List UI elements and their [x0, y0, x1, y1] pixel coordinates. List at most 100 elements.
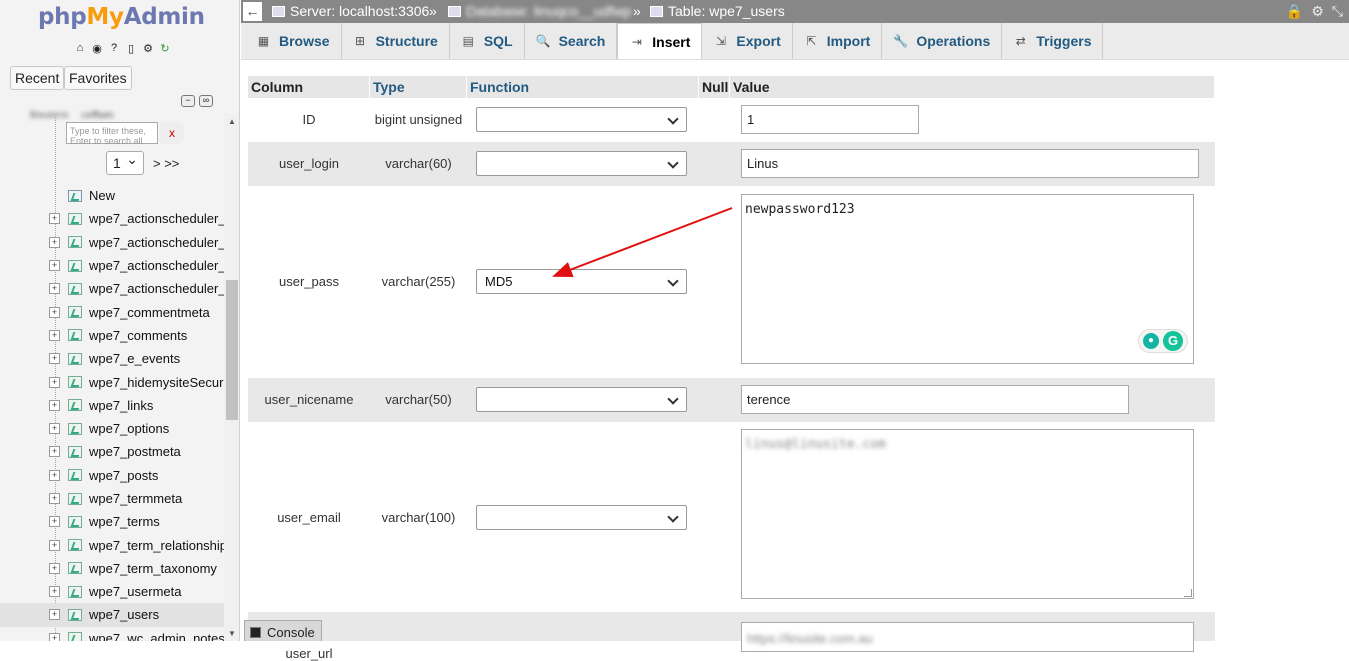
value-textarea[interactable]: linus@linusite.com	[741, 429, 1194, 599]
clear-filter-icon[interactable]: x	[160, 122, 184, 144]
table-icon[interactable]	[68, 608, 82, 621]
table-filter-input[interactable]: Type to filter these, Enter to search al…	[66, 122, 158, 146]
lock-icon[interactable]: 🔒	[1286, 3, 1303, 20]
tab-insert[interactable]: ⇥ Insert	[617, 23, 703, 59]
breadcrumb-table[interactable]: Table: wpe7_users	[650, 3, 785, 19]
expand-icon[interactable]: +	[49, 399, 60, 411]
new-table-icon[interactable]	[68, 189, 82, 202]
table-icon[interactable]	[68, 539, 82, 552]
scroll-down-icon[interactable]: ▼	[228, 629, 236, 638]
tab-operations[interactable]: 🔧 Operations	[882, 23, 1003, 59]
expand-icon[interactable]: +	[49, 609, 60, 621]
collapse-window-icon[interactable]: ⤡	[1332, 3, 1343, 20]
docs-icon[interactable]: ?	[107, 41, 121, 55]
tree-item-table[interactable]: + wpe7_posts	[0, 464, 224, 487]
expand-icon[interactable]: +	[49, 213, 60, 225]
function-select[interactable]	[476, 151, 687, 176]
table-icon[interactable]	[68, 376, 82, 389]
link-icon[interactable]: ∞	[199, 95, 213, 107]
tree-item-table[interactable]: + wpe7_postmeta	[0, 440, 224, 463]
tab-triggers[interactable]: ⇄ Triggers	[1002, 23, 1104, 59]
page-select[interactable]: 1	[106, 151, 144, 175]
table-icon[interactable]	[68, 562, 82, 575]
expand-icon[interactable]: +	[49, 469, 60, 481]
recent-button[interactable]: Recent	[10, 66, 65, 90]
breadcrumb-database[interactable]: Database: linuqco__udfwp	[448, 3, 631, 19]
tree-item-table[interactable]: + wpe7_actionscheduler_	[0, 207, 224, 230]
tree-item-table[interactable]: + wpe7_comments	[0, 324, 224, 347]
table-icon[interactable]	[68, 515, 82, 528]
console-toggle[interactable]: Console	[244, 620, 322, 641]
table-icon[interactable]	[68, 212, 82, 225]
tab-browse[interactable]: ▦ Browse	[245, 23, 342, 59]
tab-search[interactable]: 🔍 Search	[524, 23, 618, 59]
table-icon[interactable]	[68, 445, 82, 458]
copy-icon[interactable]: ▯	[124, 41, 138, 55]
function-select-md5[interactable]: MD5	[476, 269, 687, 294]
function-select[interactable]	[476, 387, 687, 412]
expand-icon[interactable]: +	[49, 539, 60, 551]
expand-icon[interactable]: +	[49, 423, 60, 435]
tab-import[interactable]: ⇱ Import	[792, 23, 883, 59]
breadcrumb-server[interactable]: Server: localhost:3306	[272, 3, 429, 19]
table-icon[interactable]	[68, 352, 82, 365]
table-icon[interactable]	[68, 259, 82, 272]
tree-item-table[interactable]: + wpe7_e_events	[0, 347, 224, 370]
value-input[interactable]: terence	[741, 385, 1129, 414]
expand-icon[interactable]: +	[49, 329, 60, 341]
home-icon[interactable]: ⌂	[73, 41, 87, 55]
expand-icon[interactable]: +	[49, 493, 60, 504]
tree-item-table[interactable]: + wpe7_options	[0, 417, 224, 440]
tree-item-table[interactable]: + wpe7_terms	[0, 510, 224, 533]
table-icon[interactable]	[68, 469, 82, 482]
tab-structure[interactable]: ⊞ Structure	[341, 23, 450, 59]
value-input[interactable]: Linus	[741, 149, 1199, 178]
tree-item-table[interactable]: + wpe7_hidemysiteSecur	[0, 370, 224, 393]
collapse-all-icon[interactable]: −	[181, 95, 195, 107]
phpmyadmin-logo[interactable]: phpMyAdmin	[38, 4, 205, 30]
tree-item-table[interactable]: + wpe7_users	[0, 603, 224, 627]
table-icon[interactable]	[68, 632, 82, 641]
expand-icon[interactable]: +	[49, 446, 60, 458]
tree-item-table[interactable]: + wpe7_actionscheduler_	[0, 254, 224, 277]
pager-next-link[interactable]: > >>	[153, 156, 179, 171]
scroll-thumb[interactable]	[226, 280, 238, 420]
table-icon[interactable]	[68, 492, 82, 505]
table-icon[interactable]	[68, 306, 82, 319]
function-select[interactable]	[476, 505, 687, 530]
tree-item-table[interactable]: + wpe7_links	[0, 394, 224, 417]
tree-item-new[interactable]: New	[0, 184, 224, 207]
function-select[interactable]	[476, 107, 687, 132]
scroll-up-icon[interactable]: ▲	[228, 117, 236, 126]
expand-icon[interactable]: +	[49, 353, 60, 365]
tab-export[interactable]: ⇲ Export	[702, 23, 793, 59]
table-icon[interactable]	[68, 236, 82, 249]
back-arrow-icon[interactable]: ←	[243, 2, 262, 21]
expand-icon[interactable]: +	[49, 283, 60, 295]
tree-item-table[interactable]: + wpe7_term_taxonomy	[0, 557, 224, 580]
value-textarea[interactable]: newpassword123	[741, 194, 1194, 364]
expand-icon[interactable]: +	[49, 562, 60, 574]
tree-item-table[interactable]: + wpe7_commentmeta	[0, 300, 224, 323]
tree-item-table[interactable]: + wpe7_termmeta	[0, 487, 224, 510]
expand-icon[interactable]: +	[49, 260, 60, 272]
expand-icon[interactable]: +	[49, 516, 60, 528]
expand-icon[interactable]: +	[49, 376, 60, 388]
table-icon[interactable]	[68, 422, 82, 435]
tab-sql[interactable]: ▤ SQL	[449, 23, 525, 59]
table-icon[interactable]	[68, 585, 82, 598]
tree-item-table[interactable]: + wpe7_wc_admin_notes	[0, 627, 224, 641]
expand-icon[interactable]: +	[49, 586, 60, 598]
gear-icon[interactable]: ⚙	[141, 41, 155, 55]
tree-item-table[interactable]: + wpe7_actionscheduler_	[0, 277, 224, 300]
expand-icon[interactable]: +	[49, 236, 60, 248]
header-type[interactable]: Type	[370, 76, 467, 98]
tree-item-table[interactable]: + wpe7_usermeta	[0, 580, 224, 603]
value-input[interactable]: https://linusite.com.au	[741, 622, 1194, 652]
logout-icon[interactable]: ◉	[90, 41, 104, 55]
table-icon[interactable]	[68, 282, 82, 295]
database-name[interactable]: linuqco__udfwp	[30, 108, 230, 118]
table-icon[interactable]	[68, 399, 82, 412]
grammarly-widget[interactable]: ● G	[1138, 329, 1188, 353]
value-input[interactable]: 1	[741, 105, 919, 134]
